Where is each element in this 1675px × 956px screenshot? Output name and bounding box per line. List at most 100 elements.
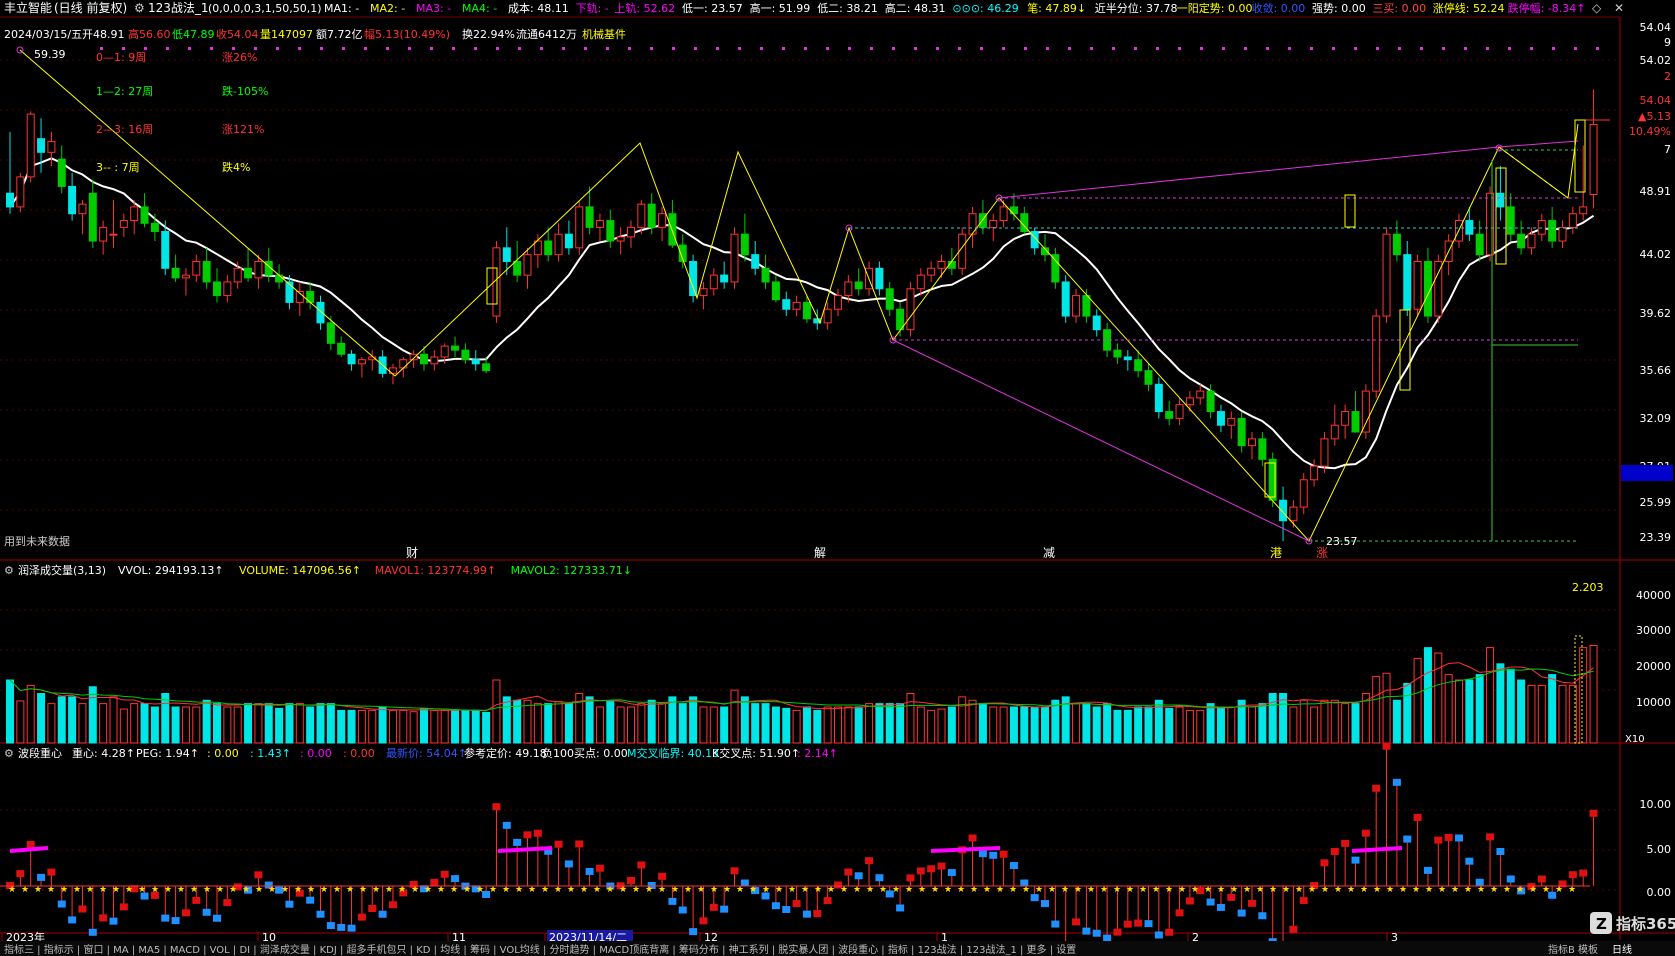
wave-stat-pct: 涨26%: [222, 51, 257, 64]
volume-bar: [202, 699, 211, 744]
volume-gear-icon[interactable]: ⚙: [4, 564, 14, 577]
volume-bar: [916, 706, 925, 744]
wave-block: [1175, 909, 1184, 917]
volume-bar: [482, 711, 491, 744]
wave-histogram: ★ ★ ★ ★ ★ ★ ★ ★ ★ ★ ★ ★ ★ ★ ★ ★ ★ ★ ★ ★ ★ ★ ★ ★ ★ ★ ★ ★ ★ ★ ★ ★ ★ ★ ★ ★ ★ ★ ★ ★…: [0, 742, 1598, 953]
volume-bar: [854, 706, 863, 744]
candle-body: [1072, 295, 1081, 317]
signal-dot: [188, 47, 191, 50]
signal-dot: [562, 47, 565, 50]
wave-block: [513, 838, 522, 846]
wave-block: [1113, 928, 1122, 936]
wave-block: [658, 872, 667, 880]
volume-bar: [264, 703, 273, 744]
volume-bar: [1258, 703, 1267, 744]
volume-bar: [1423, 647, 1432, 744]
wave-axis-label: 5.00: [1647, 843, 1672, 856]
signal-dot: [364, 47, 367, 50]
ohlc-sector: 机械基件: [582, 27, 626, 41]
volume-bar: [523, 699, 532, 744]
candle-body: [347, 353, 356, 365]
candle-body: [1165, 411, 1174, 419]
candle-body: [1258, 438, 1267, 460]
volume-bar: [1030, 706, 1039, 744]
volume-bar: [958, 696, 967, 744]
volume-bar: [544, 703, 553, 744]
candle-body: [233, 267, 242, 283]
volume-bar: [1175, 706, 1184, 744]
gear-icon[interactable]: ⚙: [134, 1, 145, 15]
volume-bar: [451, 709, 460, 744]
candlesticks[interactable]: [6, 89, 1598, 542]
candle-body: [627, 226, 635, 238]
volume-bar: [616, 706, 625, 744]
candle-body: [1506, 206, 1515, 235]
wave-block: [202, 908, 211, 916]
close-icon[interactable]: ✕: [1614, 1, 1624, 15]
wave-block: [68, 916, 77, 924]
volume-bar: [1165, 707, 1174, 744]
candle-body: [1185, 397, 1194, 406]
volume-bar: [161, 693, 170, 744]
volume-bar: [1351, 703, 1360, 744]
wave-block: [1537, 875, 1546, 883]
candle-body: [844, 281, 853, 297]
wave-block: [720, 905, 729, 913]
header-item: 笔: 47.89↓: [1027, 1, 1086, 15]
candle-body: [1134, 359, 1143, 372]
volume-bar: [1579, 647, 1588, 744]
volume-bar: [730, 689, 739, 744]
candle-body: [68, 185, 77, 215]
volume-axis: 40000 30000 20000 10000: [1636, 589, 1671, 709]
volume-bar: [1392, 699, 1401, 744]
candle-body: [1320, 438, 1329, 467]
volume-bar: [554, 701, 563, 744]
candle-body: [668, 213, 677, 246]
signal-dot: [144, 47, 147, 50]
volume-bar: [233, 706, 242, 744]
volume-bar: [709, 706, 718, 744]
candle-body: [461, 349, 470, 361]
volume-bar: [1310, 706, 1319, 744]
price-axis-label: 9: [1664, 36, 1671, 49]
volume-bar: [326, 703, 335, 744]
candle-body: [854, 281, 863, 290]
wave-block: [213, 914, 221, 922]
wave-item: 参考定价: 49.18: [464, 746, 547, 760]
candle-body: [1144, 370, 1153, 385]
candle-body: [1175, 404, 1184, 419]
stock-chart[interactable]: 丰立智能 (日线 前复权) ⚙ 123战法_1 (0,0,0,0,3,1,50,…: [0, 0, 1675, 956]
signal-dot: [914, 47, 917, 50]
volume-bar: [1537, 684, 1546, 744]
volume-bar: [896, 703, 905, 744]
adjust-mode: (日线 前复权): [54, 0, 127, 15]
indicator-name[interactable]: 123战法_1: [148, 1, 209, 15]
wave-gear-icon[interactable]: ⚙: [4, 747, 14, 760]
candle-body: [802, 301, 811, 320]
volume-bar: [1382, 672, 1391, 744]
wave-block: [109, 917, 118, 925]
signal-dot: [760, 47, 763, 50]
candle-body: [875, 267, 884, 290]
wave-center-panel: ⚙ 波段重心 重心: 4.28↑ PEG: 1.94↑: 0.00: 1.43↑:…: [0, 742, 1672, 953]
ohlc-volume: 量147097: [260, 28, 313, 41]
magenta-trendline: [998, 140, 1579, 199]
ohlc-date: 2024/03/15/五: [4, 28, 82, 41]
wave-block: [1568, 871, 1577, 879]
footer-period[interactable]: 日线: [1612, 943, 1632, 956]
footer-right-tabs[interactable]: 指标B 模板: [1548, 943, 1598, 956]
wave-block: [440, 870, 449, 878]
signal-dot: [1486, 47, 1489, 50]
volume-bar: [1527, 684, 1536, 744]
volume-bar: [1227, 706, 1236, 744]
footer-tabs[interactable]: 指标三 | 指标示 | 窗口 | MA | MA5 | MACD | VOL |…: [4, 943, 1076, 956]
volume-bar: [399, 709, 408, 744]
candle-body: [606, 220, 615, 242]
signal-dot: [1552, 47, 1555, 50]
signal-dot: [320, 47, 323, 50]
wave-axis-label: 0.00: [1647, 886, 1672, 899]
signal-dot: [1002, 47, 1005, 50]
wave-stat-pct: 跌4%: [222, 160, 250, 174]
diamond-icon[interactable]: ◇: [1592, 1, 1602, 15]
volume-bar: [171, 706, 180, 744]
